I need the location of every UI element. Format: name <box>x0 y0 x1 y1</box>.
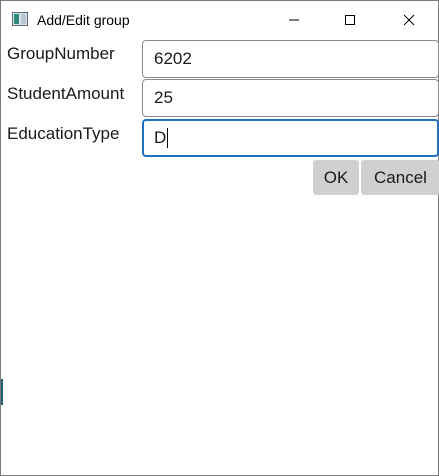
minimize-button[interactable] <box>271 1 317 38</box>
background-edge-artifact <box>1 379 3 405</box>
education-type-input[interactable]: D <box>142 119 439 157</box>
close-button[interactable] <box>386 1 432 38</box>
group-number-value: 6202 <box>154 49 192 68</box>
student-amount-label: StudentAmount <box>7 84 125 103</box>
ok-button[interactable]: OK <box>313 160 359 195</box>
group-number-label: GroupNumber <box>7 44 115 63</box>
maximize-button[interactable] <box>327 1 373 38</box>
education-type-label: EducationType <box>7 124 120 143</box>
title-bar[interactable]: Add/Edit group <box>1 1 438 38</box>
app-window-icon <box>12 12 28 26</box>
student-amount-value: 25 <box>154 88 173 107</box>
cancel-button[interactable]: Cancel <box>361 160 439 195</box>
close-icon <box>403 14 415 25</box>
student-amount-input[interactable]: 25 <box>142 79 439 117</box>
text-caret <box>167 128 169 148</box>
maximize-icon <box>345 14 355 25</box>
group-number-input[interactable]: 6202 <box>142 40 439 78</box>
window-title: Add/Edit group <box>37 12 130 28</box>
minimize-icon <box>289 19 299 20</box>
add-edit-group-window: Add/Edit group GroupNumber 6202 StudentA… <box>0 0 439 476</box>
education-type-value: D <box>154 128 167 147</box>
